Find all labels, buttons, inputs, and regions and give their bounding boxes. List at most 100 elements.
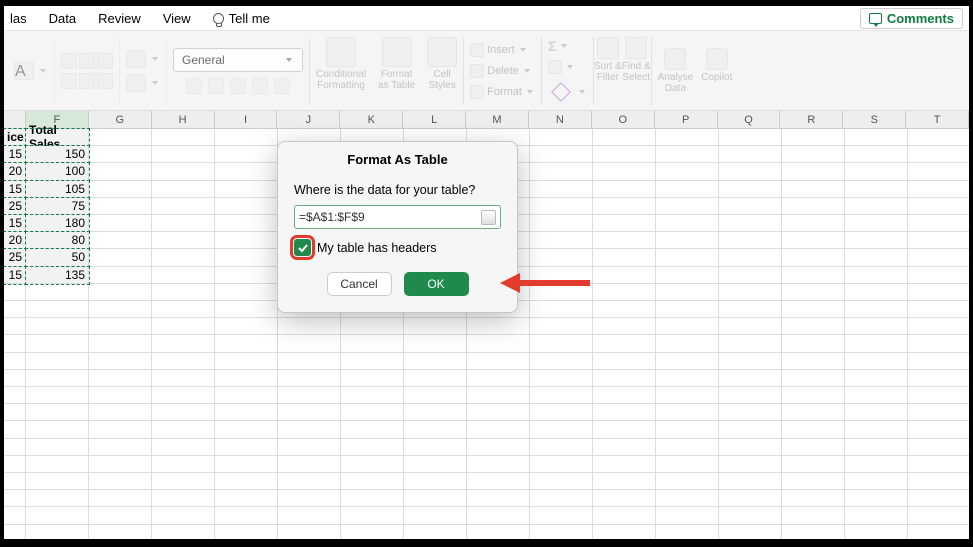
col-header-G[interactable]: G — [89, 111, 152, 129]
align-bottom-icon[interactable] — [97, 73, 113, 89]
cell[interactable] — [593, 370, 656, 387]
currency-icon[interactable] — [186, 78, 202, 94]
cell[interactable] — [782, 267, 845, 284]
cell[interactable] — [908, 387, 969, 404]
col-header-J[interactable]: J — [277, 111, 340, 129]
cell[interactable] — [845, 353, 908, 370]
cell[interactable] — [845, 129, 908, 146]
cell[interactable] — [4, 284, 26, 301]
cell[interactable] — [467, 456, 530, 473]
cell[interactable] — [719, 404, 782, 421]
cell[interactable] — [152, 232, 215, 249]
col-header-P[interactable]: P — [655, 111, 718, 129]
dec-decimal-icon[interactable] — [274, 78, 290, 94]
cell[interactable] — [782, 507, 845, 524]
cell[interactable] — [656, 129, 719, 146]
cell[interactable] — [89, 232, 152, 249]
fill-button[interactable] — [548, 58, 587, 76]
cell-f-header[interactable]: Total Sales — [26, 129, 89, 146]
cell[interactable] — [215, 215, 278, 232]
cell[interactable] — [845, 301, 908, 318]
cell[interactable] — [404, 439, 467, 456]
cell[interactable] — [278, 473, 341, 490]
cell[interactable] — [845, 284, 908, 301]
cell[interactable] — [4, 456, 26, 473]
cell[interactable] — [341, 404, 404, 421]
conditional-formatting-button[interactable]: Conditional Formatting — [310, 37, 372, 91]
cell[interactable] — [89, 301, 152, 318]
cell[interactable] — [782, 318, 845, 335]
cell[interactable] — [89, 318, 152, 335]
cell[interactable] — [26, 284, 89, 301]
cell-f-6[interactable]: 180 — [26, 215, 89, 232]
headers-checkbox-row[interactable]: My table has headers — [294, 239, 501, 256]
cell[interactable] — [656, 473, 719, 490]
cell[interactable] — [593, 146, 656, 163]
cell[interactable] — [341, 456, 404, 473]
cell[interactable] — [89, 387, 152, 404]
cell[interactable] — [719, 232, 782, 249]
cell[interactable] — [593, 267, 656, 284]
cell[interactable] — [782, 146, 845, 163]
cell[interactable] — [656, 439, 719, 456]
cell[interactable] — [89, 370, 152, 387]
cell[interactable] — [404, 370, 467, 387]
cell[interactable] — [782, 387, 845, 404]
cell[interactable] — [719, 387, 782, 404]
cell[interactable] — [404, 456, 467, 473]
cell[interactable] — [89, 525, 152, 539]
cell[interactable] — [845, 215, 908, 232]
cell[interactable] — [152, 353, 215, 370]
delete-button[interactable]: Delete — [470, 62, 535, 80]
cell[interactable] — [467, 490, 530, 507]
cell[interactable] — [908, 301, 969, 318]
cell[interactable] — [89, 249, 152, 266]
cell[interactable] — [782, 215, 845, 232]
cell[interactable] — [89, 181, 152, 198]
cell[interactable] — [404, 490, 467, 507]
cell[interactable] — [719, 163, 782, 180]
cell[interactable] — [845, 198, 908, 215]
col-header-O[interactable]: O — [592, 111, 655, 129]
analyse-data-button[interactable]: Analyse Data — [658, 48, 694, 94]
cell[interactable] — [26, 507, 89, 524]
cell[interactable] — [656, 301, 719, 318]
range-picker-icon[interactable] — [481, 210, 496, 225]
cell[interactable] — [782, 370, 845, 387]
cell[interactable] — [26, 353, 89, 370]
cell[interactable] — [908, 318, 969, 335]
comma-icon[interactable] — [230, 78, 246, 94]
cell[interactable] — [89, 473, 152, 490]
cell[interactable] — [341, 421, 404, 438]
col-header-S[interactable]: S — [843, 111, 906, 129]
cell[interactable] — [656, 181, 719, 198]
cell[interactable] — [593, 301, 656, 318]
cell[interactable] — [26, 473, 89, 490]
cell[interactable] — [530, 215, 593, 232]
font-size-icon[interactable]: A — [14, 62, 34, 80]
cell[interactable] — [467, 404, 530, 421]
cell[interactable] — [215, 525, 278, 539]
cell[interactable] — [215, 353, 278, 370]
cell[interactable] — [908, 146, 969, 163]
cell[interactable] — [530, 490, 593, 507]
cell[interactable] — [719, 129, 782, 146]
cell[interactable] — [89, 215, 152, 232]
cell[interactable] — [719, 146, 782, 163]
cell[interactable] — [656, 163, 719, 180]
cell[interactable] — [215, 404, 278, 421]
menu-view[interactable]: View — [163, 11, 191, 26]
cell[interactable] — [656, 249, 719, 266]
cell[interactable] — [530, 387, 593, 404]
cell[interactable] — [719, 370, 782, 387]
cell[interactable] — [593, 456, 656, 473]
cell[interactable] — [467, 421, 530, 438]
menu-data[interactable]: Data — [49, 11, 76, 26]
cell[interactable] — [782, 525, 845, 539]
cell[interactable] — [89, 439, 152, 456]
cell-e-3[interactable]: 20 — [4, 163, 26, 180]
cell[interactable] — [215, 473, 278, 490]
cell[interactable] — [782, 456, 845, 473]
cell[interactable] — [404, 473, 467, 490]
cell[interactable] — [530, 473, 593, 490]
